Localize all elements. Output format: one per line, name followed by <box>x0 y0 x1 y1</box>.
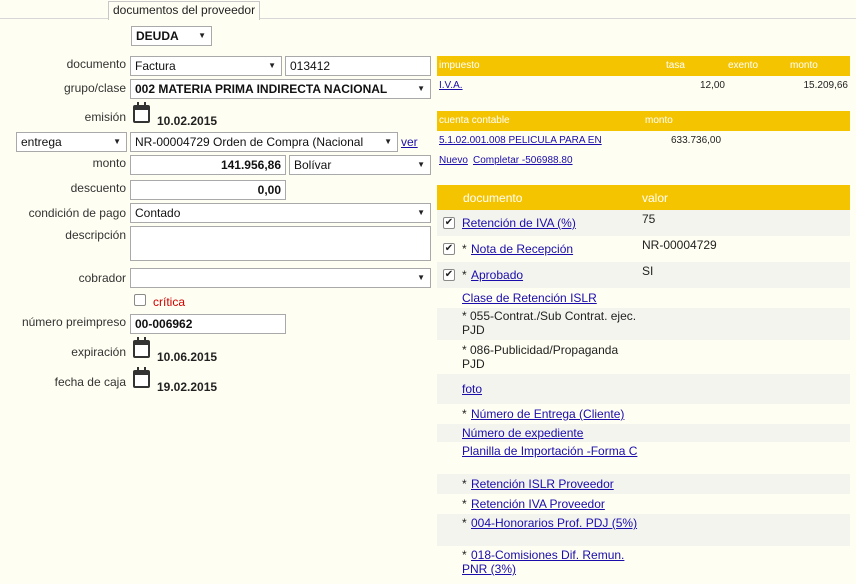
emision-label: emisión <box>84 110 126 124</box>
cuenta-col-header: cuenta contable <box>439 115 510 126</box>
isl-086-text: * 086-Publicidad/Propaganda PJD <box>462 343 619 371</box>
honorarios-link[interactable]: 004-Honorarios Prof. PDJ (5%) <box>462 516 642 530</box>
doc-row-isl-086: * 086-Publicidad/Propaganda PJD <box>437 340 850 374</box>
monto-label: monto <box>92 156 126 170</box>
emision-date: 10.02.2015 <box>157 114 218 128</box>
foto-link[interactable]: foto <box>462 382 482 396</box>
cuentas-header: cuenta contable monto <box>437 111 850 131</box>
clase-islr-link[interactable]: Clase de Retención ISLR <box>462 291 597 305</box>
doc-row-ret-islr-prov: * Retención ISLR Proveedor <box>437 474 850 494</box>
expiracion-label: expiración <box>71 345 126 359</box>
impuesto-col-header: impuesto <box>439 60 480 71</box>
exento-col-header: exento <box>728 60 759 71</box>
doc-row-retencion-iva: ✔ Retención de IVA (%) 75 <box>437 210 850 236</box>
documento-label: documento <box>66 57 126 71</box>
aprobado-checkbox[interactable]: ✔ <box>443 269 455 281</box>
nota-recepcion-checkbox[interactable]: ✔ <box>443 243 455 255</box>
monto-col-header: monto <box>790 60 818 71</box>
impuestos-header: impuesto tasa exento monto <box>437 56 850 76</box>
tasa-col-header: tasa <box>666 60 685 71</box>
tipo-select[interactable]: DEUDA <box>131 26 212 46</box>
isl-055-text: * 055-Contrat./Sub Contrat. ejec. PJD <box>462 309 637 337</box>
cuenta-monto-col-header: monto <box>645 115 673 126</box>
monto-input[interactable]: 141.956,86 <box>130 155 286 175</box>
ret-islr-prov-link[interactable]: Retención ISLR Proveedor <box>471 477 614 491</box>
comisiones-link[interactable]: 018-Comisiones Dif. Remun. PNR (3%) <box>462 548 642 576</box>
planilla-link[interactable]: Planilla de Importación -Forma C <box>462 444 642 458</box>
preimpreso-input[interactable]: 00-006962 <box>130 314 286 334</box>
preimpreso-label: número preimpreso <box>21 315 126 329</box>
doc-row-comisiones: * 018-Comisiones Dif. Remun. PNR (3%) <box>437 546 850 580</box>
doc-row-foto: foto <box>437 374 850 404</box>
cuenta-row: 5.1.02.001.008 PELICULA PARA EN 633.736,… <box>437 131 850 151</box>
retencion-iva-value: 75 <box>642 212 656 226</box>
iva-monto: 15.209,66 <box>803 80 849 91</box>
retencion-iva-checkbox[interactable]: ✔ <box>443 217 455 229</box>
nota-recepcion-link[interactable]: Nota de Recepción <box>471 242 573 256</box>
fecha-caja-label: fecha de caja <box>54 375 126 389</box>
aprobado-value: SI <box>642 264 654 278</box>
descripcion-textarea[interactable] <box>130 226 431 261</box>
entrega-value-select[interactable]: NR-00004729 Orden de Compra (Nacional <box>130 132 398 152</box>
expiracion-date: 10.06.2015 <box>157 350 218 364</box>
grupo-label: grupo/clase <box>63 81 126 95</box>
ret-islr-prov-prefix: * <box>462 477 467 491</box>
doc-row-honorarios: * 004-Honorarios Prof. PDJ (5%) <box>437 514 850 546</box>
descuento-label: descuento <box>70 181 126 195</box>
critica-label: crítica <box>153 295 186 309</box>
documentos-header: documento valor <box>437 185 850 210</box>
doc-row-aprobado: ✔ * Aprobado SI <box>437 262 850 288</box>
iva-tasa: 12,00 <box>699 80 725 91</box>
doc-row-entrega-cliente: * Número de Entrega (Cliente) <box>437 404 850 424</box>
doc-row-expediente: Número de expediente <box>437 424 850 442</box>
cuenta-actions: Nuevo Completar -506988.80 <box>437 153 850 171</box>
ver-link[interactable]: ver <box>401 135 418 149</box>
documento-tipo-select[interactable]: Factura <box>130 56 282 76</box>
cobrador-select[interactable] <box>130 268 431 288</box>
condicion-pago-select[interactable]: Contado <box>130 203 431 223</box>
expediente-link[interactable]: Número de expediente <box>462 426 583 440</box>
aprobado-prefix: * <box>462 268 467 282</box>
critica-checkbox[interactable] <box>134 294 146 306</box>
doc-row-isl-055: * 055-Contrat./Sub Contrat. ejec. PJD <box>437 308 850 340</box>
doc-row-nota-recepcion: ✔ * Nota de Recepción NR-00004729 <box>437 236 850 262</box>
doc-row-ret-iva-prov: * Retención IVA Proveedor <box>437 494 850 514</box>
cuenta-monto: 633.736,00 <box>671 135 722 146</box>
doc-row-clase-islr: Clase de Retención ISLR <box>437 288 850 308</box>
descuento-input[interactable]: 0,00 <box>130 180 286 200</box>
fecha-caja-calendar-icon[interactable] <box>133 367 150 388</box>
ret-iva-prov-link[interactable]: Retención IVA Proveedor <box>471 497 605 511</box>
emision-calendar-icon[interactable] <box>133 102 150 123</box>
nota-recepcion-prefix: * <box>462 242 467 256</box>
doc-row-planilla: Planilla de Importación -Forma C <box>437 442 850 474</box>
grupo-clase-select[interactable]: 002 MATERIA PRIMA INDIRECTA NACIONAL <box>130 79 431 99</box>
expiracion-calendar-icon[interactable] <box>133 337 150 358</box>
cuenta-link[interactable]: 5.1.02.001.008 PELICULA PARA EN <box>439 135 602 146</box>
nota-recepcion-value: NR-00004729 <box>642 238 717 252</box>
impuesto-row: I.V.A. 12,00 15.209,66 <box>437 76 850 98</box>
documento-col-header: documento <box>463 191 523 205</box>
fecha-caja-date: 19.02.2015 <box>157 380 218 394</box>
entrega-cliente-link[interactable]: Número de Entrega (Cliente) <box>471 407 624 421</box>
documento-numero-input[interactable]: 013412 <box>285 56 431 76</box>
condicion-pago-label: condición de pago <box>28 206 126 220</box>
nuevo-link[interactable]: Nuevo <box>439 155 468 166</box>
tab-documentos-proveedor[interactable]: documentos del proveedor <box>108 1 261 20</box>
moneda-select[interactable]: Bolívar <box>289 155 431 175</box>
valor-col-header: valor <box>642 191 669 205</box>
descripcion-label: descripción <box>65 228 126 242</box>
entrega-cliente-prefix: * <box>462 407 467 421</box>
iva-link[interactable]: I.V.A. <box>439 80 463 91</box>
retencion-iva-link[interactable]: Retención de IVA (%) <box>462 216 576 230</box>
aprobado-link[interactable]: Aprobado <box>471 268 523 282</box>
completar-link[interactable]: Completar -506988.80 <box>473 155 573 166</box>
entrega-select[interactable]: entrega <box>16 132 127 152</box>
cobrador-label: cobrador <box>78 271 126 285</box>
ret-iva-prov-prefix: * <box>462 497 467 511</box>
